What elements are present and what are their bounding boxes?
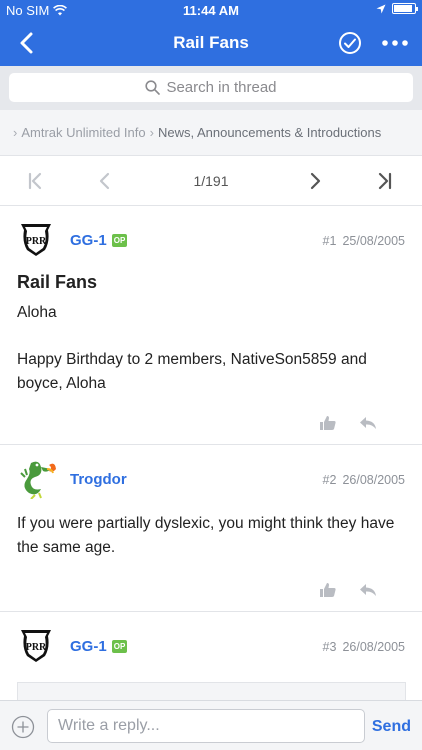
search-placeholder: Search in thread: [166, 79, 277, 96]
post-body-line: Happy Birthday to 2 members, NativeSon58…: [17, 351, 367, 392]
reply-input[interactable]: Write a reply...: [47, 709, 365, 743]
next-page-icon[interactable]: [303, 169, 327, 193]
search-icon: [145, 80, 161, 95]
post-actions: [319, 414, 377, 432]
post-meta: #3 26/08/2005: [323, 640, 405, 654]
svg-text:PRR: PRR: [26, 642, 47, 653]
reply-arrow-icon[interactable]: [359, 581, 377, 599]
post-date: 25/08/2005: [342, 234, 405, 248]
check-circle-icon[interactable]: [338, 31, 362, 55]
post-author[interactable]: GG-1: [70, 232, 107, 249]
post-meta: #1 25/08/2005: [323, 234, 405, 248]
op-badge: OP: [112, 234, 127, 247]
op-badge: OP: [112, 640, 127, 653]
last-page-icon[interactable]: [374, 169, 398, 193]
more-dots-icon[interactable]: [380, 31, 410, 55]
post-date: 26/08/2005: [342, 640, 405, 654]
trogdor-dragon-avatar[interactable]: [17, 457, 57, 499]
breadcrumb-item-amtrak-unlimited-info[interactable]: Amtrak Unlimited Info: [21, 125, 145, 140]
post-meta: #2 26/08/2005: [323, 473, 405, 487]
post-number: #1: [322, 234, 337, 248]
pagination-bar: 1/191: [0, 156, 422, 206]
status-time: 11:44 AM: [183, 3, 239, 18]
post-author[interactable]: GG-1: [70, 638, 107, 655]
add-attachment-icon[interactable]: [11, 715, 35, 739]
post-date: 26/08/2005: [342, 473, 405, 487]
send-button[interactable]: Send: [372, 718, 411, 736]
like-thumb-icon[interactable]: [319, 581, 337, 599]
post-number: #3: [322, 640, 337, 654]
svg-text:PRR: PRR: [26, 236, 47, 247]
search-input[interactable]: Search in thread: [9, 73, 413, 102]
breadcrumb-item-news[interactable]: News, Announcements & Introductions: [158, 125, 381, 140]
keystone-avatar[interactable]: PRR: [17, 220, 55, 258]
reply-bar: Write a reply... Send: [0, 700, 422, 750]
like-thumb-icon[interactable]: [319, 414, 337, 432]
keystone-avatar[interactable]: PRR: [17, 626, 55, 664]
status-bar: No SIM 11:44 AM: [0, 0, 422, 20]
reply-placeholder: Write a reply...: [58, 717, 160, 734]
location-arrow-icon: [376, 4, 386, 13]
breadcrumb-chevron: ›: [13, 125, 18, 140]
post-body: If you were partially dyslexic, you migh…: [17, 515, 395, 556]
post-item: Trogdor #2 26/08/2005 If you were partial…: [0, 445, 422, 611]
breadcrumb: › Amtrak Unlimited Info › News, Announce…: [0, 110, 422, 156]
quote-box: [17, 682, 406, 702]
breadcrumb-chevron: ›: [149, 125, 154, 140]
reply-arrow-icon[interactable]: [359, 414, 377, 432]
post-title: Rail Fans: [17, 272, 98, 292]
search-bar: Search in thread: [0, 66, 422, 110]
page-indicator[interactable]: 1/191: [0, 173, 422, 189]
post-item: PRR GG-1 OP #1 25/08/2005 Rail Fans Aloha…: [0, 206, 422, 444]
post-body-line: Aloha: [17, 304, 57, 321]
battery-icon: [392, 3, 418, 14]
nav-bar: Rail Fans: [0, 20, 422, 66]
post-actions: [319, 581, 377, 599]
post-number: #2: [322, 473, 337, 487]
post-author[interactable]: Trogdor: [70, 471, 127, 488]
